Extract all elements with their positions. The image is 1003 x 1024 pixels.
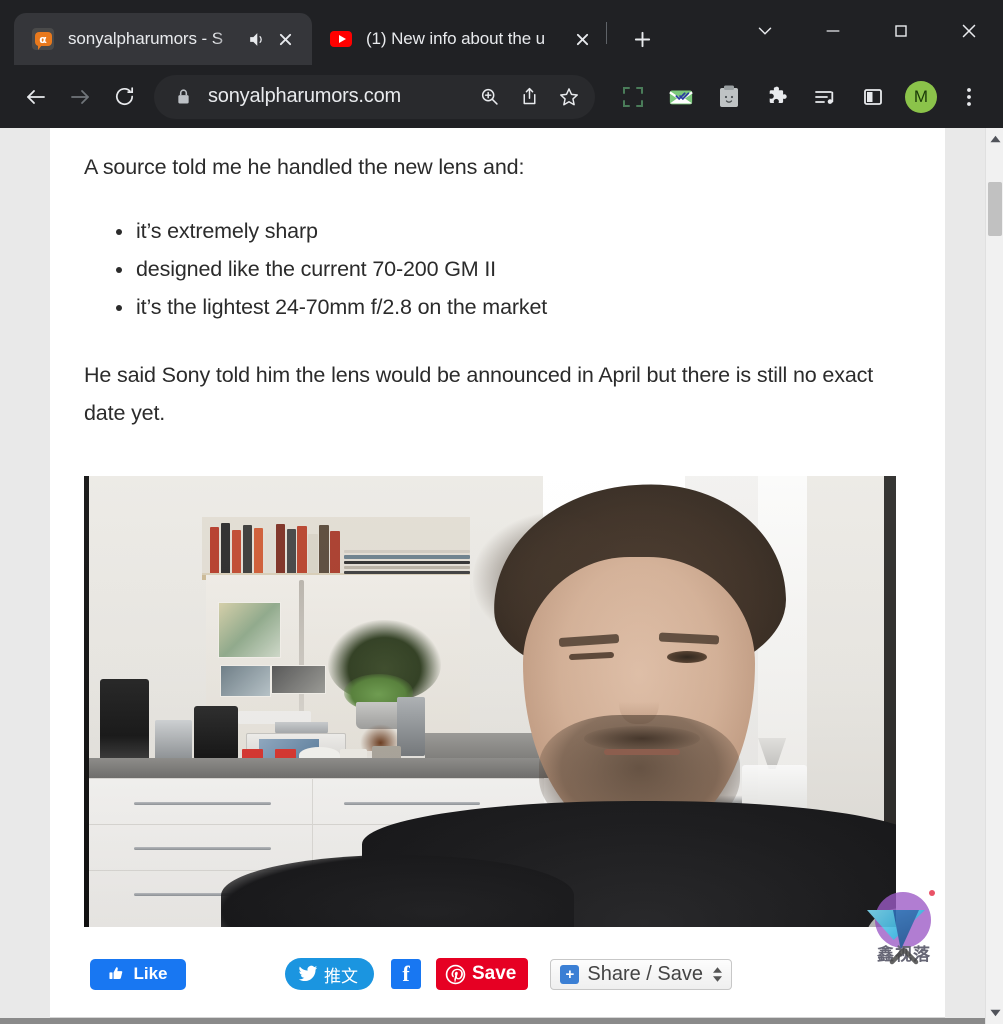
article-column: A source told me he handled the new lens…	[50, 128, 945, 1024]
minimize-button[interactable]	[799, 0, 867, 62]
list-item: it’s extremely sharp	[116, 212, 911, 250]
close-button[interactable]	[935, 0, 1003, 62]
scroll-up-arrow-icon[interactable]	[986, 130, 1003, 148]
twitter-tweet-button[interactable]: 推文	[285, 958, 374, 990]
tab-search-chevron-icon[interactable]	[731, 0, 799, 62]
url-text: sonyalpharumors.com	[208, 85, 401, 107]
back-button[interactable]	[14, 75, 58, 119]
list-item: it’s the lightest 24-70mm f/2.8 on the m…	[116, 288, 911, 326]
intro-paragraph: A source told me he handled the new lens…	[84, 155, 525, 179]
clipboard-icon[interactable]	[705, 75, 753, 119]
zoom-in-icon[interactable]	[469, 77, 509, 117]
puzzle-piece-icon[interactable]	[753, 75, 801, 119]
video-thumbnail[interactable]	[84, 476, 896, 927]
thumbs-up-icon	[109, 967, 123, 980]
page-bottom-edge	[0, 1018, 985, 1024]
side-panel-icon[interactable]	[849, 75, 897, 119]
new-tab-button[interactable]	[619, 16, 665, 62]
sonyalpharumors-favicon: α	[32, 28, 54, 50]
tab-youtube[interactable]: (1) New info about the u	[312, 13, 602, 65]
tab-title: (1) New info about the u	[366, 29, 546, 48]
scrollbar-thumb[interactable]	[988, 182, 1002, 236]
fridge-magnet	[575, 672, 612, 704]
browser-toolbar: sonyalpharumors.com M	[0, 65, 1003, 128]
facebook-like-button[interactable]: Like	[90, 958, 186, 990]
avatar-initial: M	[905, 80, 937, 113]
vertical-scrollbar[interactable]	[985, 128, 1003, 1024]
bookmark-star-icon[interactable]	[549, 77, 589, 117]
web-page: A source told me he handled the new lens…	[0, 128, 985, 1024]
social-share-bar: Like 推文 f Save + Share / Save	[90, 953, 911, 995]
updown-arrows-icon	[713, 966, 722, 982]
maximize-button[interactable]	[867, 0, 935, 62]
reload-button[interactable]	[102, 75, 146, 119]
scroll-down-arrow-icon[interactable]	[986, 1004, 1003, 1022]
addthis-share-save-button[interactable]: + Share / Save	[550, 958, 732, 990]
addthis-label: Share / Save	[587, 962, 703, 985]
reading-playlist-icon[interactable]	[801, 75, 849, 119]
facebook-share-button[interactable]: f	[391, 959, 421, 989]
pinterest-icon	[445, 964, 466, 984]
forward-button[interactable]	[58, 75, 102, 119]
fridge-magnet	[628, 694, 649, 713]
tab-title: sonyalpharumors - S	[68, 29, 223, 48]
address-bar[interactable]: sonyalpharumors.com	[154, 74, 595, 119]
tab-close-button[interactable]	[568, 25, 596, 53]
tab-close-button[interactable]	[271, 25, 299, 53]
tab-strip: α sonyalpharumors - S (1) New info about…	[0, 0, 1003, 65]
youtube-favicon	[330, 28, 352, 50]
tab-audio-icon[interactable]	[243, 26, 269, 52]
capture-selection-icon[interactable]	[609, 75, 657, 119]
browser-menu-button[interactable]	[945, 75, 993, 119]
video-frame	[84, 476, 896, 927]
tab-separator	[606, 21, 607, 44]
twitter-tweet-label: 推文	[324, 966, 358, 986]
extensions-area: M	[609, 75, 993, 119]
article-body: A source told me he handled the new lens…	[50, 128, 945, 995]
facebook-f-label: f	[402, 961, 410, 986]
pinterest-save-label: Save	[472, 963, 517, 984]
mail-envelope-icon[interactable]	[657, 75, 705, 119]
profile-avatar[interactable]: M	[897, 75, 945, 119]
lock-icon	[172, 86, 194, 108]
browser-window: α sonyalpharumors - S (1) New info about…	[0, 0, 1003, 1024]
tab-sonyalpharumors[interactable]: α sonyalpharumors - S	[14, 13, 312, 65]
list-item: designed like the current 70-200 GM II	[116, 250, 911, 288]
window-controls	[731, 0, 1003, 62]
bookshelf-books	[209, 521, 340, 573]
share-icon[interactable]	[509, 77, 549, 117]
closing-paragraph: He said Sony told him the lens would be …	[84, 363, 874, 425]
facebook-like-label: Like	[133, 964, 168, 983]
page-viewport: A source told me he handled the new lens…	[0, 128, 1003, 1024]
feature-list: it’s extremely sharp designed like the c…	[84, 212, 911, 326]
plus-icon: +	[560, 964, 580, 984]
twitter-bird-icon	[298, 965, 318, 982]
pinterest-save-button[interactable]: Save	[436, 958, 529, 990]
